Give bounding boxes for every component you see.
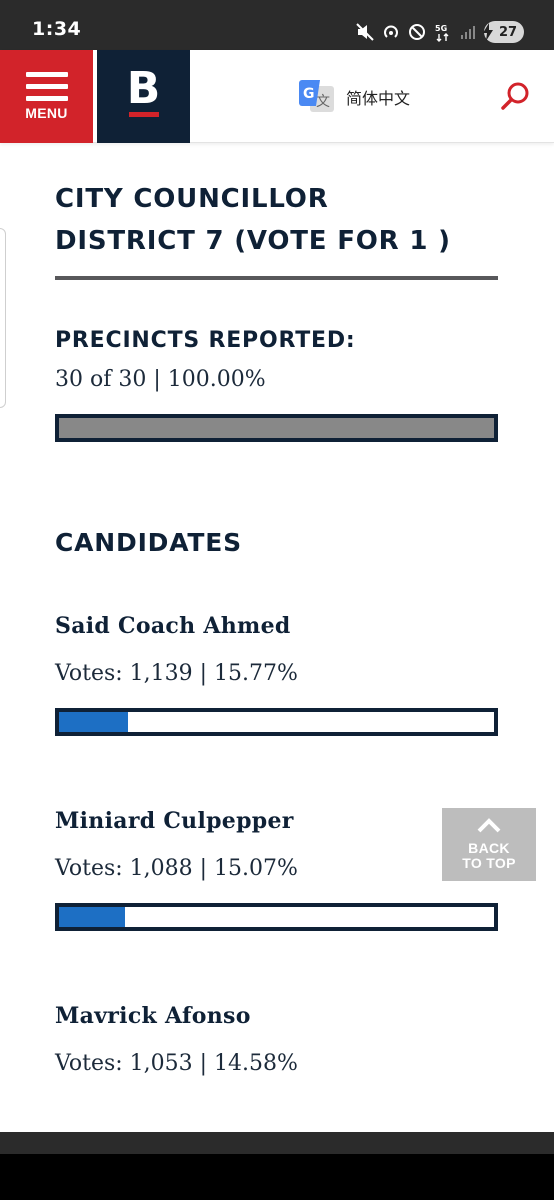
logo-letter: B — [126, 63, 161, 114]
race-title-line2: DISTRICT 7 (VOTE FOR 1 ) — [55, 226, 451, 256]
precincts-progress-fill — [59, 418, 494, 438]
mute-icon — [356, 23, 374, 41]
candidate-item: Mavrick Afonso Votes: 1,053 | 14.58% — [55, 1003, 498, 1076]
site-header: MENU B 文 G 简体中文 — [0, 50, 554, 143]
menu-button[interactable]: MENU — [0, 50, 93, 143]
site-logo[interactable]: B — [97, 50, 190, 143]
candidate-vote-fill — [59, 712, 128, 732]
precincts-summary: 30 of 30 | 100.00% — [55, 367, 266, 392]
back-to-top-line2: TO TOP — [462, 855, 516, 871]
svg-text:文: 文 — [316, 94, 330, 110]
candidate-votes: Votes: 1,088 | 15.07% — [55, 856, 298, 881]
battery-icon: 27 — [483, 21, 524, 43]
status-bar: 1:34 5G 27 — [0, 0, 554, 50]
chevron-up-icon — [477, 818, 501, 833]
svg-text:5G: 5G — [435, 24, 447, 33]
5g-icon: 5G — [435, 24, 449, 42]
status-time: 1:34 — [32, 18, 82, 40]
candidates-heading: CANDIDATES — [55, 528, 242, 557]
hotspot-icon — [384, 25, 398, 38]
charging-icon — [483, 23, 493, 41]
back-to-top-label: BACK TO TOP — [442, 841, 536, 871]
candidate-item: Said Coach Ahmed Votes: 1,139 | 15.77% — [55, 613, 498, 736]
race-title-line1: CITY COUNCILLOR — [55, 184, 329, 214]
menu-label: MENU — [25, 105, 68, 121]
logo-underline — [129, 112, 159, 117]
back-to-top-button[interactable]: BACK TO TOP — [442, 808, 536, 881]
do-not-disturb-icon — [409, 24, 425, 40]
precincts-progress-bar — [55, 414, 498, 442]
hamburger-icon — [26, 72, 68, 108]
back-to-top-line1: BACK — [468, 840, 510, 856]
translate-button[interactable]: 文 G 简体中文 — [298, 77, 410, 117]
candidate-votes: Votes: 1,139 | 15.77% — [55, 661, 298, 686]
candidate-vote-bar — [55, 708, 498, 736]
candidate-list: Said Coach Ahmed Votes: 1,139 | 15.77% M… — [55, 613, 498, 1076]
title-divider — [55, 276, 498, 280]
system-navigation-bar — [0, 1132, 554, 1200]
candidate-name: Miniard Culpepper — [55, 808, 294, 834]
svg-text:G: G — [303, 86, 315, 102]
candidate-votes: Votes: 1,053 | 14.58% — [55, 1051, 298, 1076]
precincts-label: PRECINCTS REPORTED: — [55, 328, 356, 353]
side-drawer-handle[interactable] — [0, 228, 6, 408]
election-results: CITY COUNCILLOR DISTRICT 7 (VOTE FOR 1 )… — [55, 178, 498, 1076]
candidate-name: Said Coach Ahmed — [55, 613, 291, 639]
google-translate-icon: 文 G — [299, 80, 334, 112]
signal-icon — [461, 26, 475, 39]
translate-label: 简体中文 — [346, 89, 411, 108]
search-icon[interactable] — [500, 80, 532, 112]
battery-level: 27 — [498, 24, 518, 40]
navigation-strip — [0, 1132, 554, 1154]
candidate-name: Mavrick Afonso — [55, 1003, 251, 1029]
candidate-vote-fill — [59, 907, 125, 927]
race-title: CITY COUNCILLOR DISTRICT 7 (VOTE FOR 1 ) — [55, 178, 498, 262]
status-icons: 5G 27 — [356, 18, 524, 46]
candidate-vote-bar — [55, 903, 498, 931]
candidate-item: Miniard Culpepper Votes: 1,088 | 15.07% — [55, 808, 498, 931]
